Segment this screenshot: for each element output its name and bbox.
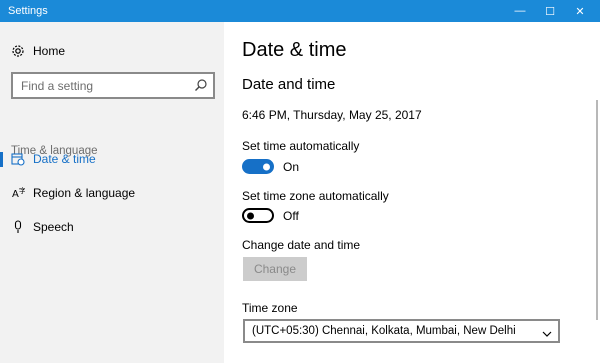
svg-text:A: A xyxy=(12,189,19,200)
minimize-button[interactable]: — xyxy=(505,0,535,22)
scrollbar-thumb[interactable] xyxy=(596,100,598,320)
microphone-icon xyxy=(10,219,26,235)
search-placeholder: Find a setting xyxy=(21,79,94,93)
current-datetime: 6:46 PM, Thursday, May 25, 2017 xyxy=(242,108,422,122)
sidebar-item-date-time[interactable]: Date & time xyxy=(0,144,224,174)
sidebar-item-label: Date & time xyxy=(33,152,96,166)
date-time-icon xyxy=(10,151,26,167)
sidebar-item-label: Region & language xyxy=(33,186,136,200)
timezone-label: Time zone xyxy=(242,301,298,315)
page-title: Date & time xyxy=(242,39,347,61)
sidebar: Home Find a setting Time & language Date… xyxy=(0,22,224,363)
scrollbar[interactable] xyxy=(594,22,600,363)
timezone-select[interactable]: (UTC+05:30) Chennai, Kolkata, Mumbai, Ne… xyxy=(243,319,560,343)
region-language-icon: A 字 xyxy=(10,185,26,201)
chevron-down-icon xyxy=(542,326,552,337)
section-title: Date and time xyxy=(242,76,336,93)
active-indicator xyxy=(0,152,3,167)
title-bar: Settings — ☐ ✕ xyxy=(0,0,600,22)
set-time-auto-label: Set time automatically xyxy=(242,139,360,153)
toggle-knob xyxy=(247,212,254,219)
change-button[interactable]: Change xyxy=(243,257,307,281)
close-button[interactable]: ✕ xyxy=(565,0,595,22)
window-title: Settings xyxy=(8,5,48,17)
search-icon[interactable] xyxy=(194,78,208,92)
change-datetime-label: Change date and time xyxy=(242,238,361,252)
sidebar-item-speech[interactable]: Speech xyxy=(0,212,224,242)
set-tz-auto-label: Set time zone automatically xyxy=(242,189,389,203)
timezone-value: (UTC+05:30) Chennai, Kolkata, Mumbai, Ne… xyxy=(252,325,516,337)
sidebar-item-label: Speech xyxy=(33,220,74,234)
home-nav-item[interactable]: Home xyxy=(0,36,224,66)
main-content: Date & time Date and time 6:46 PM, Thurs… xyxy=(224,22,600,363)
home-label: Home xyxy=(33,44,66,58)
set-tz-auto-state: Off xyxy=(283,209,299,223)
gear-icon xyxy=(10,43,26,59)
toggle-knob xyxy=(263,163,270,170)
sidebar-item-region-language[interactable]: A 字 Region & language xyxy=(0,178,224,208)
set-time-auto-state: On xyxy=(283,160,300,174)
search-box[interactable]: Find a setting xyxy=(11,72,215,99)
set-time-auto-toggle[interactable] xyxy=(242,159,274,174)
maximize-button[interactable]: ☐ xyxy=(535,0,565,22)
set-tz-auto-toggle[interactable] xyxy=(242,208,274,223)
svg-text:字: 字 xyxy=(19,186,25,195)
